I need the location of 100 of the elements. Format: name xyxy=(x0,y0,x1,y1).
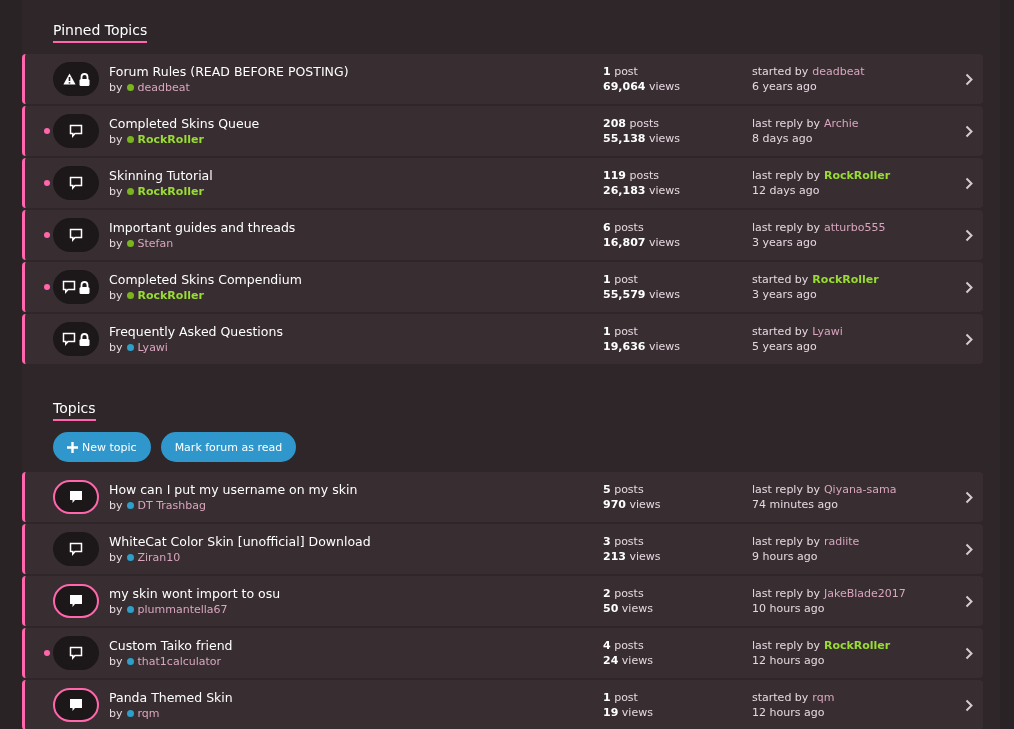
topic-title[interactable]: my skin wont import to osu xyxy=(109,586,603,601)
chevron-right-icon[interactable] xyxy=(965,124,973,138)
last-activity-label: last reply by xyxy=(752,639,820,652)
user-link[interactable]: RockRoller xyxy=(823,639,891,652)
time-ago: 3 years ago xyxy=(752,236,818,249)
post-count: 1 post xyxy=(603,273,639,286)
time-ago: 74 minutes ago xyxy=(752,498,839,511)
view-count: 970 views xyxy=(603,498,662,511)
user-link[interactable]: deadbeat xyxy=(812,65,865,78)
section-heading: Pinned Topics xyxy=(53,22,148,43)
topic-row[interactable]: Completed Skins Compendium by RockRoller 1 post 55,579 views started by RockRoller 3 years ago xyxy=(22,262,983,312)
last-activity-label: started by xyxy=(752,65,809,78)
topic-row[interactable]: Forum Rules (READ BEFORE POSTING) by deadbeat 1 post 69,064 views started by deadbeat 6 years ago xyxy=(22,54,983,104)
topic-title[interactable]: Completed Skins Compendium xyxy=(109,272,603,287)
view-count: 50 views xyxy=(603,602,654,615)
user-link[interactable]: JakeBlade2017 xyxy=(823,587,906,600)
author-link[interactable]: Stefan xyxy=(137,237,174,250)
last-activity-label: last reply by xyxy=(752,587,820,600)
chevron-right-icon[interactable] xyxy=(965,542,973,556)
last-activity-label: last reply by xyxy=(752,483,820,496)
plus-icon xyxy=(67,441,78,453)
chevron-right-icon[interactable] xyxy=(965,594,973,608)
user-link[interactable]: atturbo555 xyxy=(823,221,886,234)
topic-title[interactable]: Forum Rules (READ BEFORE POSTING) xyxy=(109,64,603,79)
last-activity-label: last reply by xyxy=(752,117,820,130)
time-ago: 5 years ago xyxy=(752,340,818,353)
user-link[interactable]: RockRoller xyxy=(812,273,879,286)
topic-title[interactable]: WhiteCat Color Skin [unofficial] Download xyxy=(109,534,603,549)
post-count: 6 posts xyxy=(603,221,645,234)
author-link[interactable]: plummantella67 xyxy=(137,603,228,616)
time-ago: 9 hours ago xyxy=(752,550,819,563)
time-ago: 12 days ago xyxy=(752,184,821,197)
topic-title[interactable]: Important guides and threads xyxy=(109,220,603,235)
view-count: 24 views xyxy=(603,654,654,667)
post-count: 3 posts xyxy=(603,535,645,548)
time-ago: 12 hours ago xyxy=(752,706,826,719)
view-count: 55,579 views xyxy=(603,288,681,301)
view-count: 213 views xyxy=(603,550,662,563)
chevron-right-icon[interactable] xyxy=(965,72,973,86)
view-count: 16,807 views xyxy=(603,236,681,249)
user-link[interactable]: Qiyana-sama xyxy=(823,483,897,496)
topic-title[interactable]: Skinning Tutorial xyxy=(109,168,603,183)
topic-title[interactable]: Panda Themed Skin xyxy=(109,690,603,705)
time-ago: 3 years ago xyxy=(752,288,818,301)
topic-title[interactable]: Custom Taiko friend xyxy=(109,638,603,653)
author-link[interactable]: Lyawi xyxy=(137,341,168,354)
topic-row[interactable]: Skinning Tutorial by RockRoller 119 posts 26,183 views last reply by RockRoller 12 days ago xyxy=(22,158,983,208)
chevron-right-icon[interactable] xyxy=(965,490,973,504)
time-ago: 12 hours ago xyxy=(752,654,826,667)
topic-title[interactable]: How can I put my username on my skin xyxy=(109,482,603,497)
topic-row[interactable]: Completed Skins Queue by RockRoller 208 posts 55,138 views last reply by Archie 8 days ago xyxy=(22,106,983,156)
last-activity-label: started by xyxy=(752,691,809,704)
topic-row[interactable]: Important guides and threads by Stefan 6 posts 16,807 views last reply by atturbo555 3 years ago xyxy=(22,210,983,260)
topic-title[interactable]: Frequently Asked Questions xyxy=(109,324,603,339)
chevron-right-icon[interactable] xyxy=(965,332,973,346)
last-activity-label: last reply by xyxy=(752,535,820,548)
last-activity-label: started by xyxy=(752,325,809,338)
by-label: by xyxy=(109,237,123,250)
topic-row[interactable]: my skin wont import to osu by plummantella67 2 posts 50 views last reply by JakeBlade2017 10 hours ago xyxy=(22,576,983,626)
by-label: by xyxy=(109,81,123,94)
user-link[interactable]: RockRoller xyxy=(823,169,891,182)
topic-row[interactable]: WhiteCat Color Skin [unofficial] Download by Ziran10 3 posts 213 views last reply by radiite 9 hours ago xyxy=(22,524,983,574)
chevron-right-icon[interactable] xyxy=(965,228,973,242)
topic-row[interactable]: Frequently Asked Questions by Lyawi 1 post 19,636 views started by Lyawi 5 years ago xyxy=(22,314,983,364)
topic-row[interactable]: How can I put my username on my skin by DT Trashbag 5 posts 970 views last reply by Qiyana-sama 74 minutes ago xyxy=(22,472,983,522)
chevron-right-icon[interactable] xyxy=(965,646,973,660)
last-activity-label: last reply by xyxy=(752,169,820,182)
chevron-right-icon[interactable] xyxy=(965,698,973,712)
author-link[interactable]: RockRoller xyxy=(137,133,204,146)
post-count: 208 posts xyxy=(603,117,660,130)
user-link[interactable]: Lyawi xyxy=(812,325,843,338)
author-link[interactable]: that1calculator xyxy=(137,655,222,668)
view-count: 26,183 views xyxy=(603,184,681,197)
post-count: 1 post xyxy=(603,325,639,338)
topic-title[interactable]: Completed Skins Queue xyxy=(109,116,603,131)
author-link[interactable]: DT Trashbag xyxy=(137,499,206,512)
author-link[interactable]: Ziran10 xyxy=(137,551,181,564)
by-label: by xyxy=(109,551,123,564)
author-link[interactable]: RockRoller xyxy=(137,289,204,302)
topic-row[interactable]: Custom Taiko friend by that1calculator 4 posts 24 views last reply by RockRoller 12 hours ago xyxy=(22,628,983,678)
by-label: by xyxy=(109,499,123,512)
chevron-right-icon[interactable] xyxy=(965,176,973,190)
topic-row[interactable]: Panda Themed Skin by rqm 1 post 19 views started by rqm 12 hours ago xyxy=(22,680,983,729)
post-count: 119 posts xyxy=(603,169,660,182)
view-count: 19,636 views xyxy=(603,340,681,353)
user-link[interactable]: rqm xyxy=(812,691,835,704)
post-count: 1 post xyxy=(603,65,639,78)
view-count: 19 views xyxy=(603,706,654,719)
user-link[interactable]: radiite xyxy=(823,535,860,548)
view-count: 69,064 views xyxy=(603,80,681,93)
author-link[interactable]: RockRoller xyxy=(137,185,204,198)
user-link[interactable]: Archie xyxy=(823,117,859,130)
author-link[interactable]: deadbeat xyxy=(137,81,190,94)
time-ago: 8 days ago xyxy=(752,132,814,145)
post-count: 5 posts xyxy=(603,483,645,496)
author-link[interactable]: rqm xyxy=(137,707,160,720)
time-ago: 10 hours ago xyxy=(752,602,826,615)
by-label: by xyxy=(109,133,123,146)
chevron-right-icon[interactable] xyxy=(965,280,973,294)
by-label: by xyxy=(109,289,123,302)
